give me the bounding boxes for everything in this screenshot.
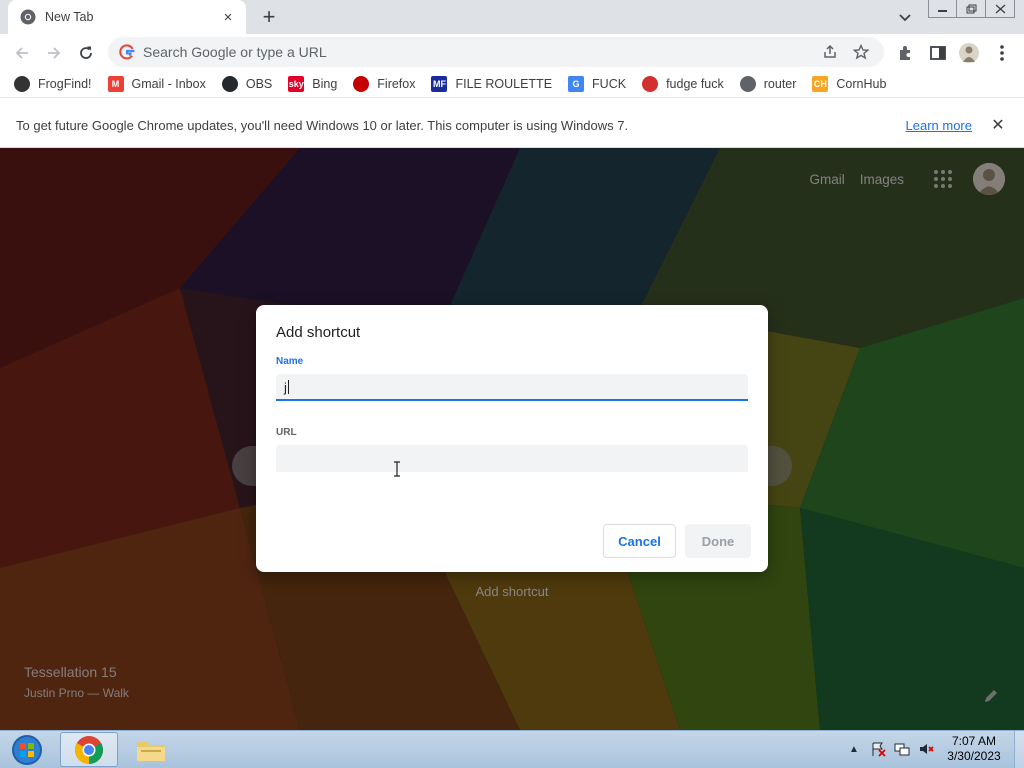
bookmark-label: fudge fuck <box>666 77 724 91</box>
tab-close-icon[interactable]: × <box>220 9 236 26</box>
action-center-flag-icon[interactable] <box>870 741 886 757</box>
close-icon <box>995 4 1005 13</box>
google-icon: G <box>568 76 585 92</box>
tab-strip: New Tab × + <box>0 0 1024 34</box>
bookmark-item[interactable]: FrogFind! <box>14 76 92 92</box>
minimize-icon <box>938 9 947 12</box>
network-icon[interactable] <box>894 741 910 757</box>
reload-button[interactable] <box>74 41 98 65</box>
back-icon <box>15 47 28 59</box>
bookmark-item[interactable]: sky Bing <box>288 76 337 92</box>
globe-icon <box>739 76 756 92</box>
bookmark-label: Firefox <box>377 77 416 91</box>
maximize-button[interactable] <box>957 0 986 18</box>
add-shortcut-dialog: Add shortcut Name j URL Cancel Done <box>256 305 768 572</box>
bookmark-label: router <box>763 77 797 91</box>
bookmark-label: FUCK <box>592 77 627 91</box>
tab-title: New Tab <box>45 10 94 24</box>
tab-search-icon[interactable] <box>896 8 914 26</box>
minimize-button[interactable] <box>928 0 957 18</box>
infobar-message: To get future Google Chrome updates, you… <box>16 117 629 133</box>
browser-toolbar: Search Google or type a URL <box>0 34 1024 71</box>
taskbar-clock[interactable]: 7:07 AM 3/30/2023 <box>944 734 1004 764</box>
chrome-icon <box>20 9 36 25</box>
bookmark-label: Gmail - Inbox <box>131 77 206 91</box>
chrome-menu-icon[interactable] <box>992 43 1012 63</box>
github-icon <box>221 76 238 92</box>
back-button[interactable] <box>10 41 34 65</box>
reload-icon <box>80 46 92 59</box>
profile-avatar-icon[interactable] <box>959 43 979 63</box>
done-button[interactable]: Done <box>685 524 751 558</box>
tab-new-tab[interactable]: New Tab × <box>8 0 246 34</box>
close-window-button[interactable] <box>986 0 1015 18</box>
bookmark-item[interactable]: MF FILE ROULETTE <box>431 76 552 92</box>
chrome-icon <box>75 735 103 764</box>
dialog-title: Add shortcut <box>276 324 361 341</box>
system-tray: ▲ <box>846 741 942 757</box>
cornhub-icon: CH <box>812 76 829 92</box>
ibeam-cursor-icon <box>394 461 400 477</box>
taskbar-explorer-button[interactable] <box>122 732 180 767</box>
learn-more-link[interactable]: Learn more <box>906 118 972 133</box>
show-desktop-button[interactable] <box>1014 731 1024 768</box>
url-field-label: URL <box>276 427 297 438</box>
window-controls <box>928 0 1015 18</box>
bookmark-item[interactable]: G FUCK <box>568 76 626 92</box>
share-icon[interactable] <box>822 44 838 60</box>
name-input[interactable]: j <box>276 374 748 401</box>
bookmarks-bar: FrogFind! M Gmail - Inbox OBS sky Bing Firefox… <box>0 71 1024 98</box>
sky-icon: sky <box>288 76 305 92</box>
explorer-folder-icon <box>137 741 165 761</box>
volume-muted-icon[interactable] <box>918 741 934 757</box>
forward-icon <box>48 47 61 59</box>
bookmark-item[interactable]: fudge fuck <box>642 76 724 92</box>
bookmark-item[interactable]: Firefox <box>353 76 415 92</box>
update-infobar: To get future Google Chrome updates, you… <box>0 103 1024 148</box>
frog-icon <box>14 76 30 92</box>
taskbar-chrome-button[interactable] <box>60 732 118 767</box>
new-tab-button[interactable]: + <box>258 4 280 29</box>
google-g-icon <box>119 44 135 60</box>
clock-time: 7:07 AM <box>951 734 997 748</box>
name-input-value: j <box>284 380 287 395</box>
bookmark-item[interactable]: M Gmail - Inbox <box>107 76 206 92</box>
omnibox[interactable]: Search Google or type a URL <box>108 37 884 67</box>
bookmark-item[interactable]: OBS <box>221 76 273 92</box>
windows-taskbar: ▲ 7:07 AM 3/30/2023 <box>0 730 1024 768</box>
bookmark-label: FrogFind! <box>38 77 92 91</box>
restore-icon <box>966 4 976 13</box>
firefox-icon <box>353 76 370 92</box>
gmail-icon: M <box>107 76 124 92</box>
start-orb-icon[interactable] <box>7 733 47 767</box>
tray-arrow-icon[interactable]: ▲ <box>846 741 862 757</box>
flag-icon <box>642 76 659 92</box>
side-panel-icon[interactable] <box>928 43 948 63</box>
bookmark-item[interactable]: CH CornHub <box>812 76 886 92</box>
forward-button[interactable] <box>42 41 66 65</box>
cancel-button[interactable]: Cancel <box>603 524 676 558</box>
url-input[interactable] <box>276 445 748 472</box>
name-field-label: Name <box>276 356 304 367</box>
omnibox-placeholder: Search Google or type a URL <box>143 44 327 60</box>
bookmark-label: OBS <box>245 77 273 91</box>
extensions-puzzle-icon[interactable] <box>896 43 916 63</box>
bookmark-label: CornHub <box>836 77 887 91</box>
clock-date: 3/30/2023 <box>947 749 1001 763</box>
star-icon[interactable] <box>853 44 869 60</box>
infobar-close-icon[interactable]: ✕ <box>990 117 1006 134</box>
bookmark-item[interactable]: router <box>739 76 797 92</box>
bookmark-label: Bing <box>312 77 338 91</box>
text-caret <box>287 380 289 394</box>
bookmark-label: FILE ROULETTE <box>455 77 553 91</box>
file-roulette-icon: MF <box>431 76 448 92</box>
